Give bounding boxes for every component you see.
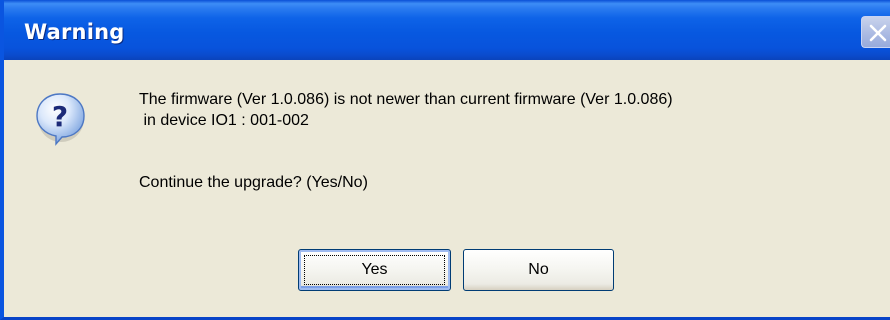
message-line-2: in device IO1 : 001-002	[139, 112, 309, 129]
no-button[interactable]: No	[463, 249, 614, 291]
window-title: Warning	[24, 20, 125, 44]
yes-button-label: Yes	[361, 261, 388, 278]
question-icon: ?	[36, 93, 85, 146]
title-bar[interactable]: Warning	[4, 0, 890, 60]
svg-text:?: ?	[52, 100, 68, 133]
close-button[interactable]	[861, 16, 890, 48]
close-icon	[869, 24, 887, 42]
yes-button[interactable]: Yes	[298, 249, 451, 291]
message-line-1: The firmware (Ver 1.0.086) is not newer …	[139, 91, 673, 108]
dialog-body: ? The firmware (Ver 1.0.086) is not newe…	[4, 60, 890, 317]
message-question: Continue the upgrade? (Yes/No)	[139, 174, 368, 191]
warning-dialog: Warning ? The firmware (Ver 1.0.086) is …	[0, 0, 890, 320]
no-button-label: No	[528, 261, 549, 278]
